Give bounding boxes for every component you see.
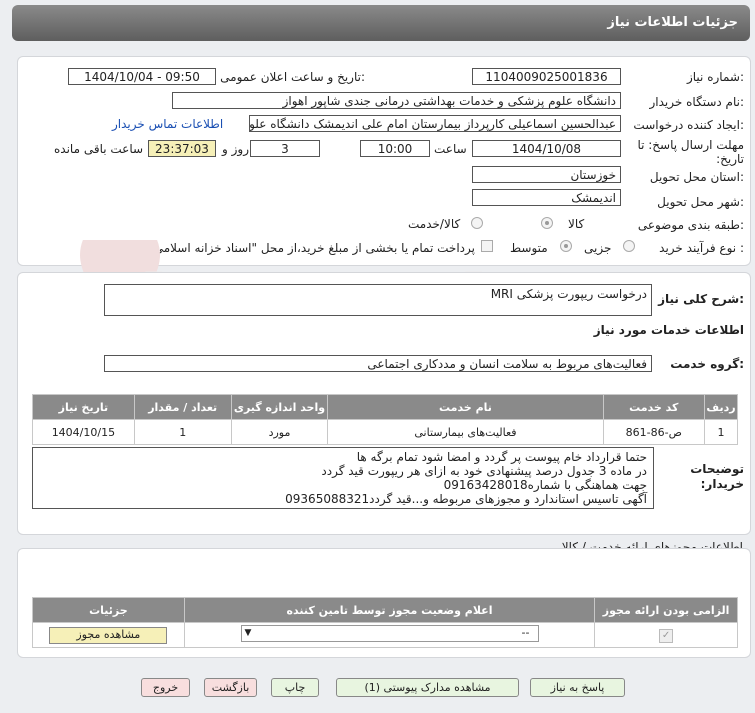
summary-field: درخواست ریپورت پزشکی MRI: [104, 284, 652, 316]
col-row: ردیف: [704, 394, 738, 420]
table-row: ✓ ▼ -- مشاهده مجوز: [32, 622, 738, 648]
col-service-code: کد خدمت: [602, 394, 706, 420]
province-field: خوزستان: [472, 166, 621, 183]
deadline-time-field: 10:00: [360, 140, 430, 157]
summary-label: شرح کلی نیاز:: [658, 292, 744, 306]
cell-permit-details: مشاهده مجوز: [32, 622, 185, 648]
purchase-medium-label: متوسط: [510, 241, 548, 255]
buyer-note-line: جهت هماهنگی با شماره09163428018: [443, 478, 647, 492]
col-permit-required: الزامی بودن ارائه مجوز: [594, 597, 738, 623]
buyer-notes-label: توضیحات خریدار:: [690, 462, 744, 491]
col-service-name: نام خدمت: [327, 394, 604, 420]
col-permit-details: جزئیات: [32, 597, 185, 623]
need-number-label: شماره نیاز:: [686, 70, 744, 84]
contact-buyer-link[interactable]: اطلاعات تماس خریدار: [112, 117, 223, 131]
col-unit: واحد اندازه گیری: [230, 394, 329, 420]
remaining-label: ساعت باقی مانده: [54, 142, 144, 156]
province-label: استان محل تحویل:: [649, 170, 744, 184]
cell-permit-status: ▼ --: [183, 622, 596, 648]
cell-quantity: 1: [133, 419, 232, 445]
exit-button[interactable]: خروج: [141, 678, 190, 697]
category-goods-service-label: کالا/خدمت: [408, 217, 461, 231]
category-goods-service-radio[interactable]: [471, 217, 483, 229]
announce-label: تاریخ و ساعت اعلان عمومی:: [220, 70, 365, 84]
chevron-down-icon: ▼: [244, 628, 252, 638]
page-title: جزئیات اطلاعات نیاز: [607, 15, 738, 30]
creator-field: عبدالحسین اسماعیلی کارپرداز بیمارستان ام…: [249, 115, 621, 132]
services-heading: اطلاعات خدمات مورد نیاز: [593, 323, 744, 337]
service-group-field: فعالیت‌های مربوط به سلامت انسان و مددکار…: [104, 355, 652, 372]
days-field: 3: [250, 140, 320, 157]
cell-unit: مورد: [230, 419, 329, 445]
purchase-minor-label: جزیی: [584, 241, 612, 255]
category-label: طبقه بندی موضوعی:: [637, 218, 744, 232]
col-quantity: تعداد / مقدار: [133, 394, 232, 420]
services-table: ردیف کد خدمت نام خدمت واحد اندازه گیری ت…: [32, 394, 738, 445]
purchase-type-label: نوع فرآیند خرید :: [659, 241, 744, 255]
summary-text: درخواست ریپورت پزشکی MRI: [490, 287, 647, 301]
remaining-time-field: 23:37:03: [148, 140, 216, 157]
category-goods-label: کالا: [568, 217, 585, 231]
cell-service-name: فعالیت‌های بیمارستانی: [327, 419, 604, 445]
buyer-note-line: حتما قرارداد خام پیوست پر گردد و امضا شو…: [356, 450, 647, 464]
deadline-date-field: 1404/10/08: [472, 140, 621, 157]
creator-label: ایجاد کننده درخواست:: [633, 118, 744, 132]
service-group-label: گروه خدمت:: [670, 357, 744, 371]
purchase-medium-radio[interactable]: [560, 240, 572, 252]
col-permit-status: اعلام وضعیت مجوز توسط تامین کننده: [183, 597, 596, 623]
need-number-field: 1104009025001836: [472, 68, 621, 85]
back-button[interactable]: بازگشت: [204, 678, 257, 697]
deadline-label: مهلت ارسال پاسخ: تا تاریخ:: [637, 138, 744, 166]
days-label: روز و: [222, 142, 249, 156]
announce-field: 1404/10/04 - 09:50: [68, 68, 216, 85]
city-label: شهر محل تحویل:: [657, 195, 744, 209]
category-goods-radio[interactable]: [541, 217, 553, 229]
permit-status-value: --: [521, 626, 530, 639]
services-table-header: ردیف کد خدمت نام خدمت واحد اندازه گیری ت…: [32, 394, 738, 420]
permit-required-checkbox: ✓: [659, 628, 674, 643]
city-field: اندیمشک: [472, 189, 621, 206]
time-label: ساعت: [434, 142, 467, 156]
cell-service-code: ص-86-861: [602, 419, 706, 445]
buyer-org-field: دانشگاه علوم پزشکی و خدمات بهداشتی درمان…: [172, 92, 621, 109]
permits-table: الزامی بودن ارائه مجوز اعلام وضعیت مجوز …: [32, 597, 738, 648]
print-button[interactable]: چاپ: [271, 678, 319, 697]
cell-row: 1: [704, 419, 738, 445]
permits-table-header: الزامی بودن ارائه مجوز اعلام وضعیت مجوز …: [32, 597, 738, 623]
cell-permit-required: ✓: [594, 622, 738, 648]
page-title-bar: جزئیات اطلاعات نیاز: [12, 5, 750, 41]
reply-button[interactable]: پاسخ به نیاز: [530, 678, 625, 697]
buyer-org-label: نام دستگاه خریدار:: [649, 95, 745, 109]
view-permit-button[interactable]: مشاهده مجوز: [49, 626, 168, 644]
table-row: 1 ص-86-861 فعالیت‌های بیمارستانی مورد 1 …: [32, 419, 738, 445]
treasury-payment-checkbox[interactable]: [481, 240, 493, 252]
buyer-notes-field: حتما قرارداد خام پیوست پر گردد و امضا شو…: [32, 447, 654, 509]
buyer-note-line: در ماده 3 جدول درصد پیشنهادی خود به ازای…: [321, 464, 647, 478]
payment-note: پرداخت تمام یا بخشی از مبلغ خرید،از محل …: [92, 241, 475, 255]
col-need-date: تاریخ نیاز: [32, 394, 135, 420]
permit-status-select[interactable]: ▼ --: [240, 625, 539, 642]
buyer-note-line: آگهی تاسیس استاندارد و مجوزهای مربوطه و.…: [285, 492, 647, 506]
cell-need-date: 1404/10/15: [32, 419, 135, 445]
attachments-button[interactable]: مشاهده مدارک پیوستی (1): [336, 678, 519, 697]
purchase-minor-radio[interactable]: [623, 240, 635, 252]
